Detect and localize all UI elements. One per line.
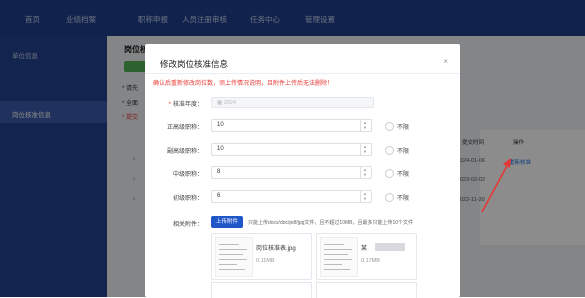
edit-post-approval-dialog: 修改岗位核准信息 × 确认后重新修改岗位数，须上传情况说明，且附件上传后无法删除… (145, 44, 460, 298)
file-card[interactable]: 某 0.17MB (316, 233, 417, 280)
senior-title-label: 正高级职称： (166, 125, 203, 131)
associate-title-label: 副高级职称： (166, 149, 203, 155)
senior-unlimited-checkbox[interactable] (385, 122, 394, 131)
junior-unlimited-label: 不限 (397, 196, 410, 202)
file-card-partial[interactable] (316, 282, 417, 298)
associate-title-value: 10 (217, 146, 224, 152)
file-size: 0.17MB (361, 258, 380, 264)
close-icon[interactable]: × (443, 57, 448, 66)
annotation-arrow-icon (481, 158, 511, 213)
file-card[interactable]: 岗位核准表.jpg 0.11MB (211, 233, 312, 280)
chevron-down-icon[interactable]: ▼ (363, 149, 367, 154)
stepper-arrows[interactable]: ▲ ▼ (360, 191, 371, 202)
redacted-filename (375, 243, 405, 251)
file-thumbnail (320, 237, 358, 277)
chevron-down-icon[interactable]: ▼ (363, 125, 367, 130)
senior-unlimited-label: 不限 (397, 125, 410, 131)
warning-message: 确认后重新修改岗位数，须上传情况说明，且附件上传后无法删除！ (153, 81, 334, 87)
intermediate-title-value: 8 (217, 169, 221, 175)
senior-title-value: 10 (217, 122, 224, 128)
calendar-icon: ▦ (217, 100, 223, 106)
junior-unlimited-checkbox[interactable] (385, 193, 394, 202)
year-value: 2024 (223, 100, 236, 106)
intermediate-title-stepper[interactable]: 8 ▲ ▼ (211, 166, 372, 179)
dialog-divider (145, 73, 460, 74)
upload-tip: 只能上传docx/doc/pdf/jpg文件，且不超过10MB，且最多只能上传1… (248, 220, 414, 226)
associate-unlimited-checkbox[interactable] (385, 146, 394, 155)
chevron-down-icon[interactable]: ▼ (363, 196, 367, 201)
dialog-title: 修改岗位核准信息 (160, 59, 229, 69)
attachment-label: 相关附件： (172, 222, 203, 228)
associate-unlimited-label: 不限 (397, 149, 410, 155)
file-name: 某 (361, 246, 368, 252)
chevron-down-icon[interactable]: ▼ (363, 172, 367, 177)
year-label: * 核准年度： (168, 102, 203, 108)
intermediate-title-label: 中级职称： (172, 172, 203, 178)
file-thumbnail (215, 237, 253, 277)
file-name: 岗位核准表.jpg (256, 246, 296, 252)
intermediate-unlimited-label: 不限 (397, 172, 410, 178)
stepper-arrows[interactable]: ▲ ▼ (360, 167, 371, 178)
senior-title-stepper[interactable]: 10 ▲ ▼ (211, 119, 372, 132)
junior-title-value: 6 (217, 193, 221, 199)
upload-attachment-button[interactable]: 上传附件 (211, 216, 243, 228)
stepper-arrows[interactable]: ▲ ▼ (360, 144, 371, 155)
associate-title-stepper[interactable]: 10 ▲ ▼ (211, 143, 372, 156)
file-card-partial[interactable] (211, 282, 312, 298)
year-date-picker[interactable]: ▦ 2024 (211, 97, 374, 108)
stepper-arrows[interactable]: ▲ ▼ (360, 120, 371, 131)
junior-title-label: 初级职称： (172, 196, 203, 202)
intermediate-unlimited-checkbox[interactable] (385, 169, 394, 178)
junior-title-stepper[interactable]: 6 ▲ ▼ (211, 190, 372, 203)
file-size: 0.11MB (256, 258, 275, 264)
